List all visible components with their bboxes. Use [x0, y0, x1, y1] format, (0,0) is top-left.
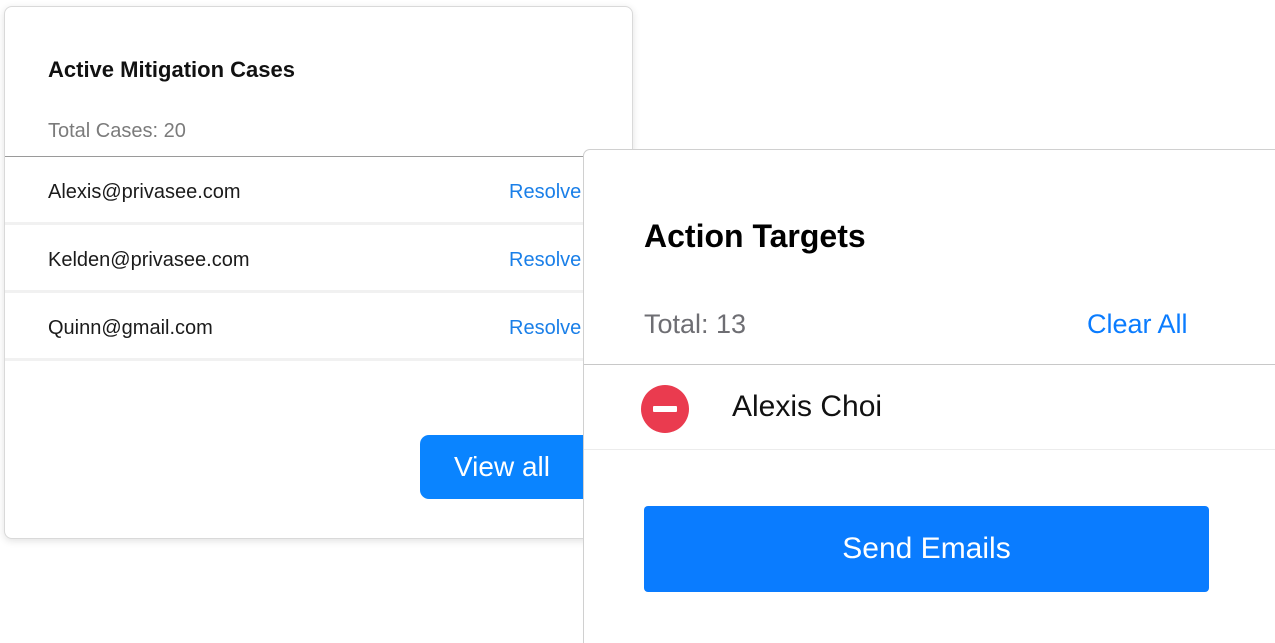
- case-row: Kelden@privasee.com Resolve: [5, 225, 632, 293]
- case-row: Quinn@gmail.com Resolve: [5, 293, 632, 361]
- target-list-item: Alexis Choi: [584, 365, 1275, 450]
- case-email: Alexis@privasee.com: [48, 181, 241, 203]
- target-name: Alexis Choi: [732, 390, 883, 423]
- action-targets-title: Action Targets: [644, 218, 866, 254]
- stage: Active Mitigation Cases Total Cases: 20 …: [0, 0, 1275, 643]
- case-row: Alexis@privasee.com Resolve: [5, 157, 632, 225]
- resolve-link[interactable]: Resolve: [509, 249, 581, 272]
- active-mitigation-cases-card: Active Mitigation Cases Total Cases: 20 …: [4, 6, 633, 539]
- send-emails-button[interactable]: Send Emails: [644, 506, 1209, 592]
- view-all-button[interactable]: View all: [420, 435, 610, 499]
- resolve-link[interactable]: Resolve: [509, 317, 581, 340]
- resolve-link[interactable]: Resolve: [509, 181, 581, 204]
- case-email: Quinn@gmail.com: [48, 317, 213, 339]
- cases-card-title: Active Mitigation Cases: [48, 57, 295, 82]
- cases-list: Alexis@privasee.com Resolve Kelden@priva…: [5, 157, 632, 361]
- targets-total-count: Total: 13: [644, 309, 747, 339]
- remove-circle-icon[interactable]: [641, 385, 689, 433]
- case-email: Kelden@privasee.com: [48, 249, 250, 271]
- clear-all-button[interactable]: Clear All: [1087, 309, 1188, 340]
- action-targets-panel: Action Targets Total: 13 Clear All Alexi…: [583, 149, 1275, 643]
- cases-total-count: Total Cases: 20: [48, 120, 186, 142]
